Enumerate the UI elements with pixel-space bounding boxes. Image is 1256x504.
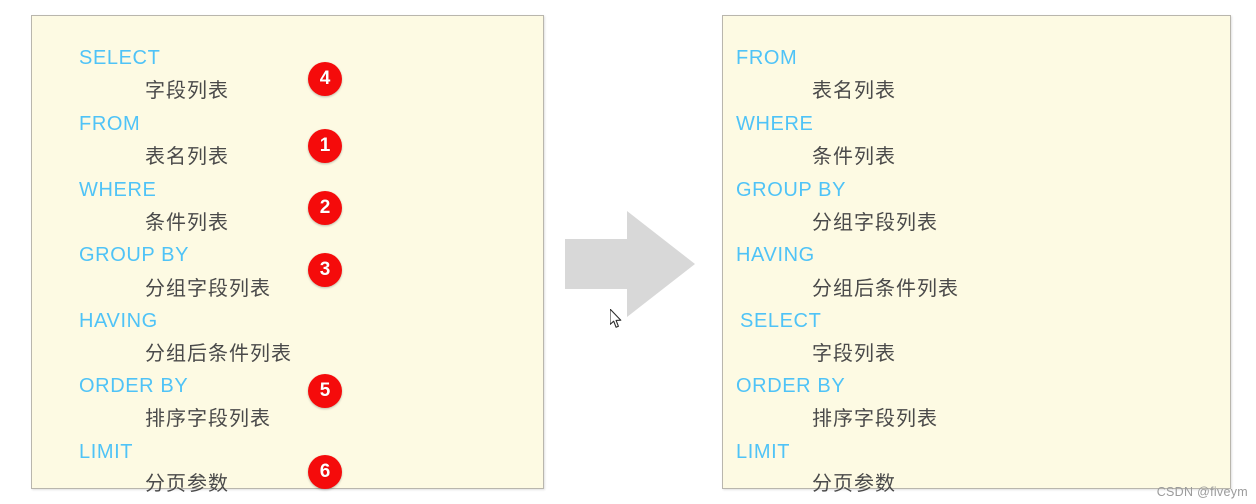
sql-keyword: SELECT: [740, 310, 822, 332]
sql-clause-label: 分页参数: [145, 471, 229, 495]
sql-clause-label: 分组字段列表: [812, 210, 938, 234]
order-badge: 3: [308, 253, 342, 287]
sql-clause-label: 条件列表: [812, 144, 896, 168]
sql-keyword: ORDER BY: [79, 375, 189, 397]
sql-clause-label: 分组后条件列表: [145, 341, 292, 365]
sql-keyword: WHERE: [79, 179, 157, 201]
sql-clause-label: 表名列表: [145, 144, 229, 168]
sql-execution-order-panel: FROM 表名列表 WHERE 条件列表 GROUP BY 分组字段列表 HAVING 分组后…: [722, 15, 1231, 493]
order-badge: 4: [308, 62, 342, 96]
watermark-text: CSDN @fiveym: [1156, 485, 1248, 499]
sql-keyword: HAVING: [79, 310, 158, 332]
flow-arrow-icon: [565, 211, 695, 317]
sql-keyword: HAVING: [736, 244, 815, 266]
sql-clause-label: 字段列表: [145, 78, 229, 102]
sql-clause-label: 分页参数: [812, 471, 896, 495]
sql-line-list-right: FROM 表名列表 WHERE 条件列表 GROUP BY 分组字段列表 HAVING 分组后…: [723, 16, 1230, 493]
sql-keyword: GROUP BY: [79, 244, 190, 266]
sql-keyword: GROUP BY: [736, 179, 847, 201]
sql-clause-label: 表名列表: [812, 78, 896, 102]
sql-clause-label: 分组后条件列表: [812, 276, 959, 300]
sql-keyword: ORDER BY: [736, 375, 846, 397]
order-badge: 5: [308, 374, 342, 408]
order-badge: 2: [308, 191, 342, 225]
sql-clause-label: 字段列表: [812, 341, 896, 365]
sql-keyword: LIMIT: [736, 441, 791, 463]
sql-written-order-panel: SELECT 字段列表 FROM 表名列表 WHERE 条件列表 GROUP BY 分组字段列…: [31, 15, 544, 493]
sql-clause-label: 分组字段列表: [145, 276, 271, 300]
sql-keyword: FROM: [736, 47, 798, 69]
sql-clause-label: 条件列表: [145, 210, 229, 234]
sql-keyword: WHERE: [736, 113, 814, 135]
sql-clause-label: 排序字段列表: [812, 406, 938, 430]
sql-clause-label: 排序字段列表: [145, 406, 271, 430]
sql-keyword: FROM: [79, 113, 141, 135]
sql-keyword: SELECT: [79, 47, 161, 69]
sql-line-list-left: SELECT 字段列表 FROM 表名列表 WHERE 条件列表 GROUP BY 分组字段列…: [32, 16, 543, 493]
sql-keyword: LIMIT: [79, 441, 134, 463]
order-badge: 6: [308, 455, 342, 489]
order-badge: 1: [308, 129, 342, 163]
